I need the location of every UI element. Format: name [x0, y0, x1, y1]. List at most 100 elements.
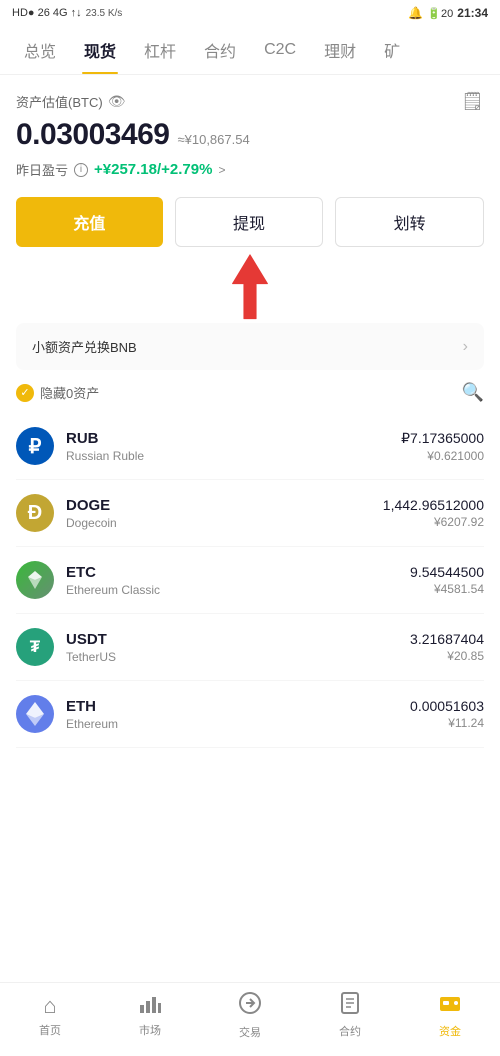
tab-mining[interactable]: 矿 [370, 26, 414, 74]
status-left: HD● 26 4G ↑↓ 23.5 K/s [12, 7, 122, 19]
usdt-info: USDT TetherUS [66, 631, 410, 664]
tab-leverage[interactable]: 杠杆 [130, 26, 190, 74]
action-buttons: 充值 提现 划转 [16, 197, 484, 247]
eth-info: ETH Ethereum [66, 698, 410, 731]
tab-contract[interactable]: 合约 [190, 26, 250, 74]
usdt-icon: ₮ [16, 628, 54, 666]
small-assets-banner[interactable]: 小额资产兑换BNB › [16, 323, 484, 370]
status-signals: HD● 26 4G ↑↓ [12, 7, 82, 19]
market-label: 市场 [139, 1022, 161, 1038]
eth-amounts: 0.00051603 ¥11.24 [410, 698, 484, 730]
rub-balance: ₽7.17365000 [401, 430, 484, 447]
asset-item-usdt[interactable]: ₮ USDT TetherUS 3.21687404 ¥20.85 [16, 614, 484, 681]
status-right: 🔔 🔋20 21:34 [408, 6, 488, 20]
usdt-balance: 3.21687404 [410, 631, 484, 647]
asset-item-eth[interactable]: ETH Ethereum 0.00051603 ¥11.24 [16, 681, 484, 748]
asset-item-rub[interactable]: ₽ RUB Russian Ruble ₽7.17365000 ¥0.62100… [16, 413, 484, 480]
doge-amounts: 1,442.96512000 ¥6207.92 [383, 497, 484, 529]
eye-icon[interactable]: 👁 [109, 96, 125, 108]
market-icon [139, 993, 161, 1019]
asset-item-etc[interactable]: ETC Ethereum Classic 9.54544500 ¥4581.54 [16, 547, 484, 614]
trade-icon [238, 991, 262, 1021]
usdt-symbol-text: USDT [66, 631, 410, 648]
asset-item-doge[interactable]: Ð DOGE Dogecoin 1,442.96512000 ¥6207.92 [16, 480, 484, 547]
etc-balance: 9.54544500 [410, 564, 484, 580]
contract-label: 合约 [339, 1023, 361, 1039]
chevron-right-icon: › [463, 338, 468, 356]
tab-finance[interactable]: 理财 [310, 26, 370, 74]
eth-icon [16, 695, 54, 733]
small-assets-text: 小额资产兑换BNB [32, 337, 137, 356]
etc-icon [16, 561, 54, 599]
deposit-button[interactable]: 充值 [16, 197, 163, 247]
asset-label-text: 资产估值(BTC) [16, 92, 103, 111]
pnl-arrow[interactable]: > [218, 163, 225, 177]
usdt-amounts: 3.21687404 ¥20.85 [410, 631, 484, 663]
doge-info: DOGE Dogecoin [66, 497, 383, 530]
bottom-nav-trade[interactable]: 交易 [220, 991, 280, 1040]
etc-cny: ¥4581.54 [410, 582, 484, 596]
asset-btc-value: 0.03003469 [16, 118, 170, 152]
withdraw-button[interactable]: 提现 [175, 197, 324, 247]
bottom-nav-home[interactable]: ⌂ 首页 [20, 993, 80, 1038]
doge-balance: 1,442.96512000 [383, 497, 484, 513]
tab-c2c[interactable]: C2C [250, 29, 310, 71]
asset-label-row: 资产估值(BTC) 👁 🗒 [16, 91, 484, 112]
rub-name: Russian Ruble [66, 449, 401, 463]
network-speed: 23.5 K/s [86, 8, 123, 19]
check-icon: ✓ [16, 384, 34, 402]
rub-icon: ₽ [16, 427, 54, 465]
doge-symbol-text: DOGE [66, 497, 383, 514]
eth-name: Ethereum [66, 717, 410, 731]
pnl-value: +¥257.18/+2.79% [94, 161, 212, 178]
etc-info: ETC Ethereum Classic [66, 564, 410, 597]
contract-icon [339, 992, 361, 1020]
trade-label: 交易 [239, 1024, 261, 1040]
bottom-nav-funds[interactable]: 资金 [420, 992, 480, 1039]
doge-icon: Ð [16, 494, 54, 532]
doge-name: Dogecoin [66, 516, 383, 530]
etc-amounts: 9.54544500 ¥4581.54 [410, 564, 484, 596]
asset-section: 资产估值(BTC) 👁 🗒 0.03003469 ≈¥10,867.54 昨日盈… [0, 75, 500, 748]
status-bar: HD● 26 4G ↑↓ 23.5 K/s 🔔 🔋20 21:34 [0, 0, 500, 26]
tab-overview[interactable]: 总览 [10, 26, 70, 74]
home-label: 首页 [39, 1022, 61, 1038]
red-arrow [225, 253, 275, 328]
asset-list: ₽ RUB Russian Ruble ₽7.17365000 ¥0.62100… [16, 413, 484, 748]
eth-symbol-text: ETH [66, 698, 410, 715]
rub-cny: ¥0.621000 [401, 449, 484, 463]
pnl-row: 昨日盈亏 i +¥257.18/+2.79% > [16, 160, 484, 179]
arrow-annotation [16, 263, 484, 323]
rub-info: RUB Russian Ruble [66, 430, 401, 463]
funds-label: 资金 [439, 1023, 461, 1039]
rub-amounts: ₽7.17365000 ¥0.621000 [401, 430, 484, 463]
pnl-label: 昨日盈亏 [16, 160, 68, 179]
history-icon[interactable]: 🗒 [461, 91, 484, 112]
battery-icon: 🔋20 [427, 7, 453, 20]
tab-spot[interactable]: 现货 [70, 26, 130, 74]
doge-cny: ¥6207.92 [383, 515, 484, 529]
bottom-nav-contract[interactable]: 合约 [320, 992, 380, 1039]
eth-cny: ¥11.24 [410, 716, 484, 730]
hide-zero-toggle[interactable]: ✓ 隐藏0资产 [16, 383, 99, 402]
nav-tabs: 总览 现货 杠杆 合约 C2C 理财 矿 [0, 26, 500, 75]
asset-list-header: ✓ 隐藏0资产 🔍 [16, 382, 484, 413]
usdt-name: TetherUS [66, 650, 410, 664]
rub-symbol-text: RUB [66, 430, 401, 447]
funds-icon [439, 992, 461, 1020]
usdt-cny: ¥20.85 [410, 649, 484, 663]
etc-symbol-text: ETC [66, 564, 410, 581]
alarm-icon: 🔔 [408, 6, 423, 20]
asset-btc-row: 0.03003469 ≈¥10,867.54 [16, 118, 484, 152]
time-display: 21:34 [457, 6, 488, 20]
hide-zero-label: 隐藏0资产 [40, 383, 99, 402]
eth-balance: 0.00051603 [410, 698, 484, 714]
transfer-button[interactable]: 划转 [335, 197, 484, 247]
search-icon[interactable]: 🔍 [462, 382, 484, 403]
bottom-nav: ⌂ 首页 市场 交易 [0, 982, 500, 1056]
etc-name: Ethereum Classic [66, 583, 410, 597]
home-icon: ⌂ [43, 993, 56, 1019]
bottom-nav-market[interactable]: 市场 [120, 993, 180, 1038]
info-icon[interactable]: i [74, 163, 88, 177]
asset-cny-value: ≈¥10,867.54 [178, 132, 250, 147]
